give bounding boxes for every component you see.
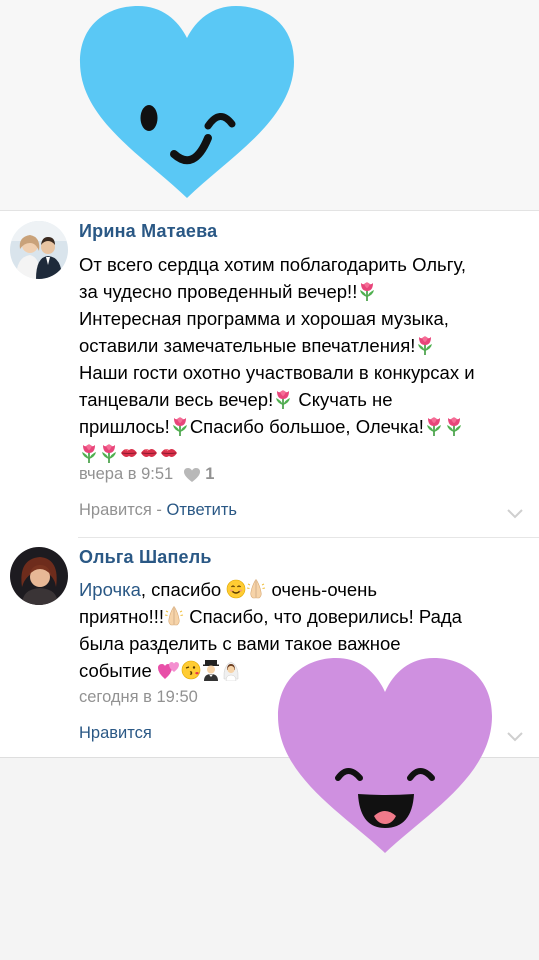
avatar[interactable]: [10, 221, 68, 279]
mention-link[interactable]: Ирочка: [79, 579, 141, 600]
chevron-down-icon[interactable]: [507, 509, 523, 519]
comment-meta: вчера в 9:51 1: [79, 465, 214, 484]
comment-line: танцевали весь вечер!: [79, 389, 274, 410]
comment-line: Интересная программа и хорошая музыка,: [79, 308, 449, 329]
tulip-emoji: [424, 415, 444, 437]
likes-count: 1: [205, 465, 215, 483]
comment-line: пришлось!: [79, 416, 170, 437]
chevron-down-icon[interactable]: [507, 732, 523, 742]
groom-emoji: [201, 659, 221, 681]
comment-author[interactable]: Ирина Матаева: [79, 221, 217, 242]
comment-line: Спасибо большое, Олечка!: [189, 416, 424, 437]
comment-line: за чудесно проведенный вечер!!: [79, 281, 358, 302]
comment-text: От всего сердца хотим поблагодарить Ольг…: [79, 251, 531, 467]
comment-time: сегодня в 19:50: [79, 688, 198, 706]
comment-actions: Нравится - Ответить: [79, 501, 237, 520]
pray-emoji: [246, 578, 266, 600]
comment-line: Спасибо, что доверились! Рада: [184, 606, 462, 627]
comment-line: Наши гости охотно участвовали в конкурса…: [79, 362, 475, 383]
likes-counter: 1: [183, 465, 214, 484]
comment-line: , спасибо: [140, 579, 227, 600]
like-button[interactable]: Нравится: [79, 724, 152, 742]
tulip-emoji: [79, 442, 99, 464]
smile-emoji: [226, 578, 246, 600]
bride-emoji: [221, 659, 241, 681]
comment-line: очень-очень: [266, 579, 377, 600]
tulip-emoji: [415, 334, 435, 356]
comment-line: событие: [79, 660, 157, 681]
actions-separator: -: [151, 501, 167, 519]
comment-line: Скучать не: [293, 389, 393, 410]
comment-meta: сегодня в 19:50: [79, 688, 198, 707]
tulip-emoji: [273, 388, 293, 410]
blue-heart-sticker: [80, 6, 294, 198]
comment-actions: Нравится: [79, 724, 152, 743]
heart-emoji: [157, 659, 181, 681]
kiss-mark-emoji: [139, 442, 159, 464]
reply-button[interactable]: Ответить: [166, 501, 237, 519]
comment-line: оставили замечательные впечатления!: [79, 335, 416, 356]
comment-item: Ирина Матаева От всего сердца хотим побл…: [0, 211, 539, 537]
kiss-mark-emoji: [159, 442, 179, 464]
kiss-mark-emoji: [119, 442, 139, 464]
heart-like-icon: [184, 467, 201, 482]
like-button[interactable]: Нравится: [79, 501, 152, 519]
comment-author[interactable]: Ольга Шапель: [79, 547, 212, 568]
pray-emoji: [164, 605, 184, 627]
kiss-face-emoji: [181, 659, 201, 681]
tulip-emoji: [170, 415, 190, 437]
comment-time: вчера в 9:51: [79, 465, 174, 483]
comment-line: была разделить с вами такое важное: [79, 633, 401, 654]
comment-line: приятно!!!: [79, 606, 165, 627]
comment-line: От всего сердца хотим поблагодарить Ольг…: [79, 254, 466, 275]
purple-heart-sticker: [278, 658, 492, 853]
tulip-emoji: [444, 415, 464, 437]
avatar[interactable]: [10, 547, 68, 605]
tulip-emoji: [99, 442, 119, 464]
tulip-emoji: [357, 280, 377, 302]
